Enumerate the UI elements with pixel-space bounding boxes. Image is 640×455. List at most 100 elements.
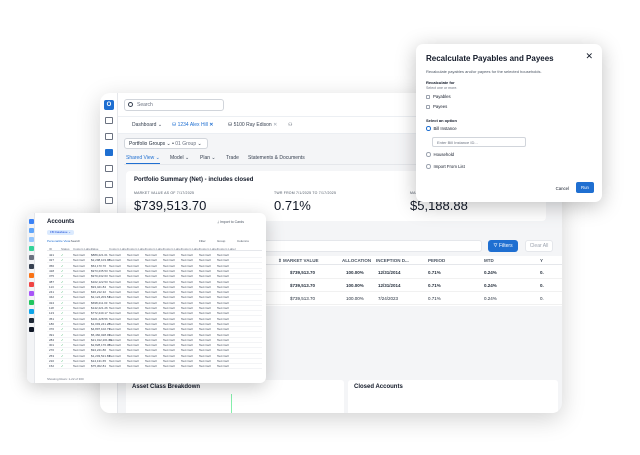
columns-button[interactable]: Columns (237, 239, 249, 243)
app-icon[interactable] (28, 291, 34, 296)
table-row[interactable]: $739,513.70 100.00% 12/31/2014 0.71% 0.2… (250, 266, 562, 279)
accounts-table: ⇕ MARKET VALUE ALLOCATION INCEPTION D...… (250, 256, 562, 306)
column-header[interactable]: Custom Label (163, 247, 182, 251)
table-cell: Text Cell (181, 364, 193, 369)
app-logo[interactable]: O (104, 100, 114, 110)
run-button[interactable]: Run (576, 182, 594, 193)
database-chip[interactable]: FB Database ⌄ (47, 230, 74, 235)
app-icon[interactable] (28, 264, 34, 269)
tab-dashboard[interactable]: Dashboard ⌄ (132, 122, 162, 128)
app-icon[interactable] (28, 246, 34, 251)
app-icon[interactable] (28, 282, 34, 287)
app-icon[interactable] (28, 300, 34, 305)
app-icon[interactable] (28, 327, 34, 332)
filter-bar: ⛛ Filters Clear All (250, 240, 562, 254)
table-cell: 152 (49, 364, 55, 369)
tab-trade[interactable]: Trade (226, 155, 239, 161)
bill-instance-radio[interactable]: Bill Instance (426, 126, 457, 132)
cancel-button[interactable]: Cancel (556, 186, 569, 191)
radio-icon (426, 152, 431, 157)
column-header[interactable]: Custom Label (73, 247, 92, 251)
app-icon[interactable] (28, 309, 34, 314)
tab-model[interactable]: Model ⌄ (170, 155, 189, 161)
row-count: Showing Rows: 1-22 of 300 (47, 377, 84, 381)
table-cell: Text Cell (127, 364, 139, 369)
metric-label: MARKET VALUE AS OF 7/17/2025 (134, 191, 195, 195)
tab-ray-edison[interactable]: ⛁ 5100 Ray Edison ✕ (228, 122, 277, 128)
add-user-icon[interactable]: ⚇ (288, 122, 292, 128)
col-ytd[interactable]: Y (540, 258, 543, 263)
import-button[interactable]: ⤓ Import to Cards (217, 220, 244, 224)
col-mtd[interactable]: MTD (484, 258, 494, 263)
app-icon[interactable] (28, 273, 34, 278)
summary-title: Portfolio Summary (Net) - includes close… (134, 177, 254, 183)
recalculate-modal: Recalculate Payables and Payees ✕ Recalc… (416, 44, 602, 202)
app-icon[interactable] (28, 219, 34, 224)
tab-alex-hill[interactable]: ⛁ 1234 Alex Hill ✕ (172, 122, 213, 128)
search-icon (128, 102, 133, 107)
column-header[interactable]: Value (91, 247, 98, 251)
clear-all-button[interactable]: Clear All (525, 240, 553, 252)
recalc-help: Select one or more. (426, 86, 458, 90)
import-list-radio[interactable]: Import From List (426, 164, 465, 170)
tab-statements[interactable]: Statements & Documents (248, 155, 305, 161)
group-button[interactable]: Group (217, 239, 225, 243)
table-search[interactable]: ⌕ Search (69, 239, 80, 243)
checkbox-icon (426, 94, 430, 99)
table-cell: Text Cell (163, 364, 175, 369)
tab-plan[interactable]: Plan ⌄ (200, 155, 216, 161)
column-header[interactable]: Status (61, 247, 70, 251)
table-row[interactable]: $739,513.70 100.00% 7/24/2023 0.71% 0.24… (250, 292, 562, 305)
table-row[interactable]: 152 ✓ Text Cell $75,302.81 Text Cell Text Cel… (47, 363, 262, 370)
column-header[interactable]: Custom Label (145, 247, 164, 251)
personalize-view-button[interactable]: Personalize View (47, 239, 70, 243)
users-icon[interactable] (105, 149, 113, 156)
filter-button[interactable]: Filter (199, 239, 206, 243)
card-title: Asset Class Breakdown (132, 384, 201, 390)
app-icon[interactable] (28, 228, 34, 233)
select-option-label: Select an option (426, 118, 457, 123)
metric-value: 0.71% (274, 198, 311, 213)
close-icon[interactable]: ✕ (273, 122, 277, 128)
table-cell: Text Cell (109, 364, 121, 369)
document-icon[interactable] (105, 133, 113, 140)
tab-shared-view[interactable]: Shared View ⌄ (126, 155, 160, 164)
close-icon[interactable]: ✕ (209, 122, 213, 128)
metric-value: $739,513.70 (134, 198, 207, 213)
column-header[interactable]: Custom Label (199, 247, 218, 251)
column-header[interactable]: Custom Label (181, 247, 200, 251)
column-header[interactable]: Custom Label (217, 247, 236, 251)
recalc-label: Recalculate for (426, 80, 455, 85)
payables-checkbox[interactable]: Payables (426, 94, 451, 100)
col-market-value[interactable]: ⇕ MARKET VALUE (278, 258, 318, 264)
asset-class-card: Asset Class Breakdown (126, 380, 344, 413)
col-allocation[interactable]: ALLOCATION (342, 258, 371, 263)
grid-header: ID Status Custom Label Value Custom Label Cus… (47, 246, 262, 251)
column-header[interactable]: Custom Label (109, 247, 128, 251)
checkbox-icon (426, 104, 430, 109)
search-input[interactable]: Search (124, 99, 224, 111)
portfolio-group-chip[interactable]: Portfolio Groups ⌄ • 01 Group ⌄ (124, 138, 208, 149)
table-row[interactable]: $739,513.70 100.00% 12/31/2014 0.71% 0.2… (250, 279, 562, 292)
table-toolbar: Personalize View ⌕ Search Filter Group C… (47, 239, 262, 244)
tools-icon[interactable] (105, 181, 113, 188)
app-icon[interactable] (28, 255, 34, 260)
shuffle-icon[interactable] (105, 165, 113, 172)
app-icon[interactable] (28, 237, 34, 242)
filter-search-input[interactable] (250, 240, 482, 252)
payees-checkbox[interactable]: Payees (426, 104, 447, 110)
column-header[interactable]: ID (49, 247, 52, 251)
filters-button[interactable]: ⛛ Filters (488, 240, 518, 252)
app-rail (27, 213, 35, 383)
file-icon[interactable] (105, 197, 113, 204)
bill-instance-input[interactable]: Enter Bill Instance ID... (432, 137, 526, 147)
household-radio[interactable]: Household (426, 152, 454, 158)
col-period[interactable]: PERIOD (428, 258, 445, 263)
metric-label: TWR FROM 7/1/2025 TO 7/17/2025 (274, 191, 337, 195)
close-icon[interactable]: ✕ (585, 52, 593, 61)
app-icon[interactable] (28, 318, 34, 323)
table-cell: Text Cell (217, 364, 229, 369)
grid-icon[interactable] (105, 117, 113, 124)
column-header[interactable]: Custom Label (127, 247, 146, 251)
col-inception[interactable]: INCEPTION D... (376, 258, 409, 263)
